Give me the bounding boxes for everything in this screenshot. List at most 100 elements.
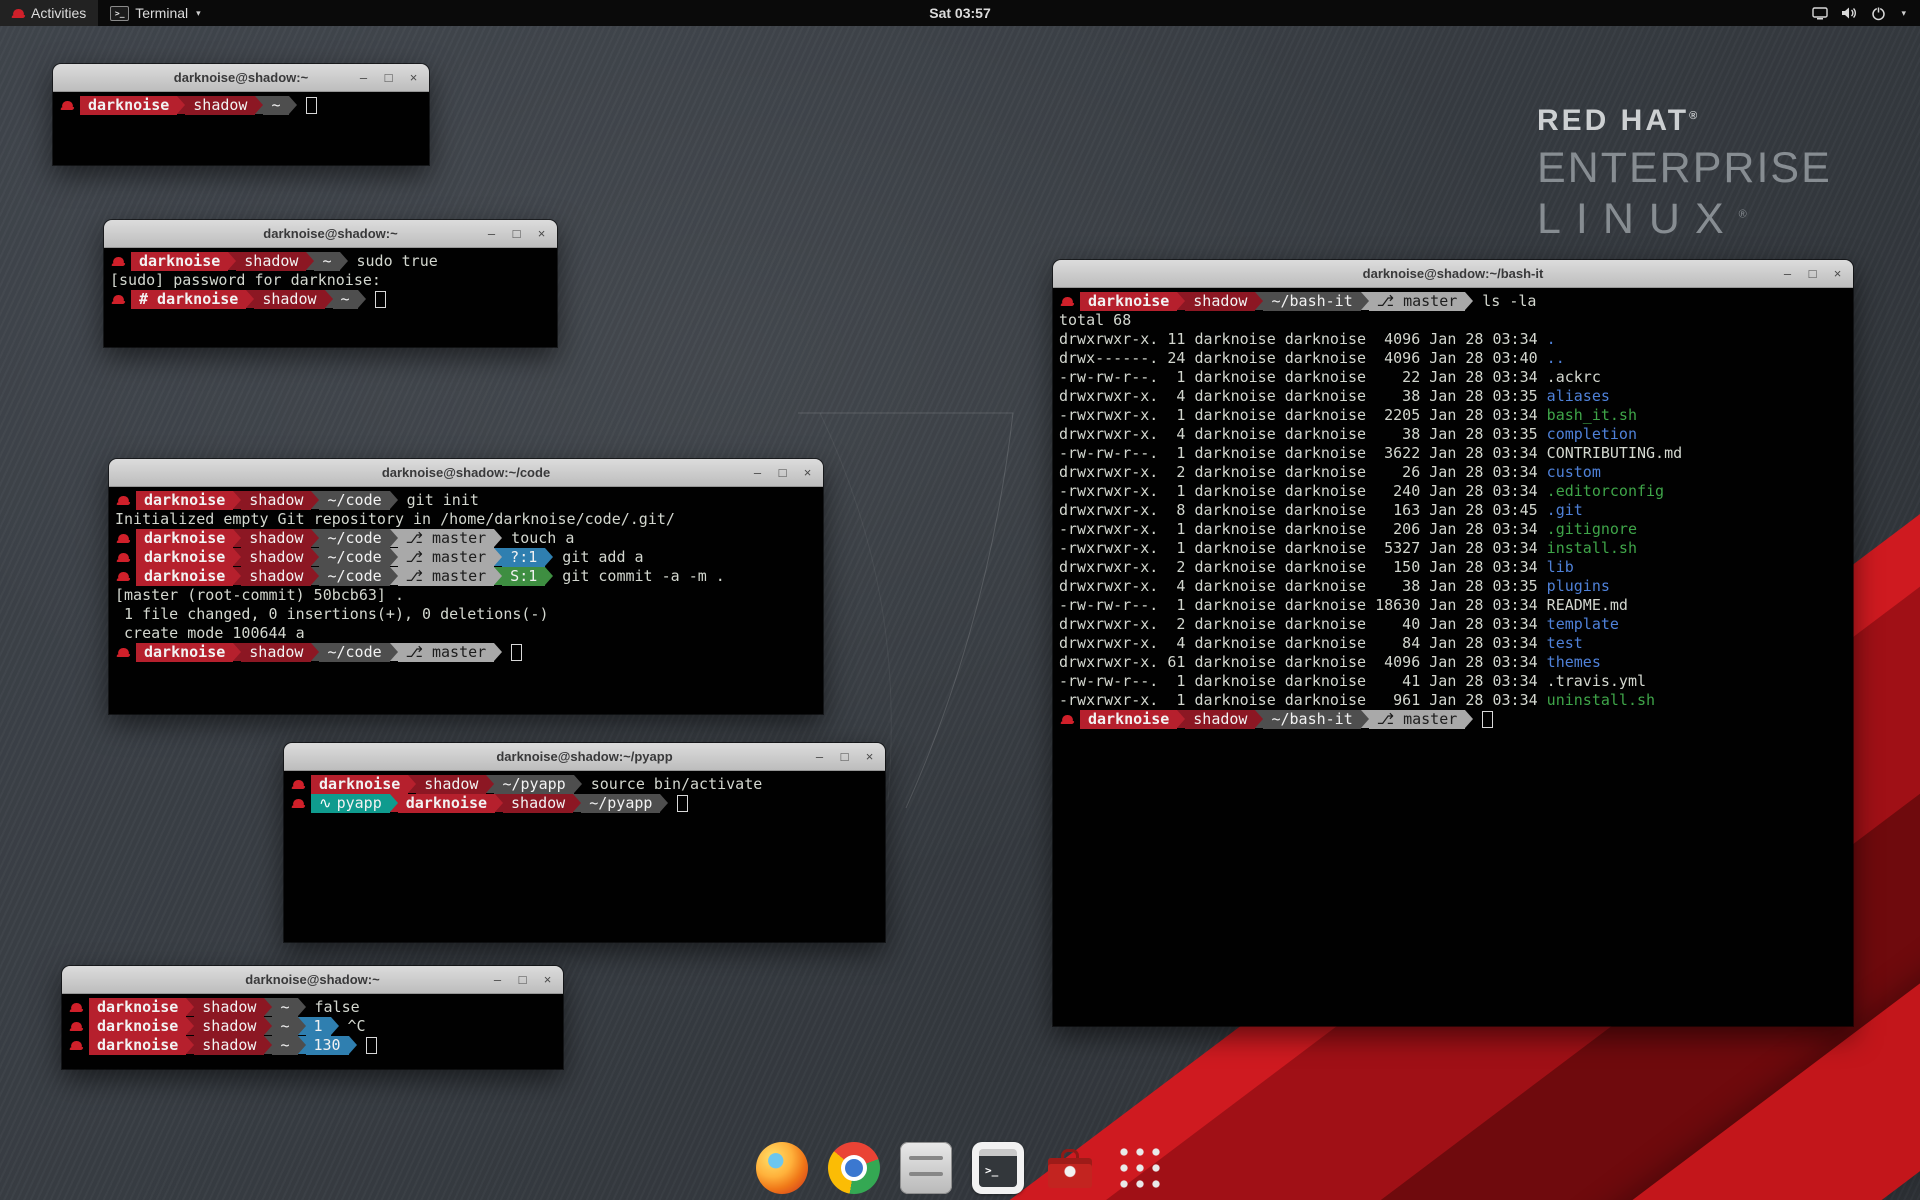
- prompt-segment-venv: ∿pyapp: [311, 794, 390, 813]
- terminal-body[interactable]: darknoiseshadow~falsedarknoiseshadow~1^C…: [62, 994, 563, 1069]
- file-name: README.md: [1547, 596, 1628, 614]
- terminal-line: drwxrwxr-x. 11 darknoise darknoise 4096 …: [1059, 330, 1853, 349]
- python-icon: ∿: [319, 794, 332, 812]
- powerline-arrow-icon: [1465, 292, 1473, 310]
- window-controls: –□ ×: [356, 64, 421, 91]
- file-name: template: [1547, 615, 1619, 633]
- maximize-button[interactable]: □: [775, 459, 790, 486]
- terminal-line: drwxrwxr-x. 4 darknoise darknoise 38 Jan…: [1059, 425, 1853, 444]
- activities-button[interactable]: Activities: [0, 0, 98, 26]
- minimize-button[interactable]: –: [750, 459, 765, 486]
- window-titlebar[interactable]: darknoise@shadow:~ –□ ×: [62, 966, 563, 994]
- maximize-button[interactable]: □: [1805, 260, 1820, 287]
- prompt-segment-user: # darknoise: [131, 290, 246, 309]
- prompt-segment-path: ~/bash-it: [1263, 292, 1360, 311]
- maximize-button[interactable]: □: [509, 220, 524, 247]
- terminal-window: darknoise@shadow:~/code–□×darknoiseshado…: [109, 459, 823, 714]
- system-status-area[interactable]: ▾: [1804, 0, 1914, 26]
- file-row-text: -rwxrwxr-x. 1 darknoise darknoise 2205 J…: [1059, 406, 1547, 424]
- terminal-body[interactable]: darknoiseshadow~/pyappsource bin/activat…: [284, 771, 885, 942]
- power-icon: [1871, 6, 1886, 21]
- terminal-line: drwxrwxr-x. 2 darknoise darknoise 150 Ja…: [1059, 558, 1853, 577]
- file-row-text: -rw-rw-r--. 1 darknoise darknoise 3622 J…: [1059, 444, 1547, 462]
- file-name: custom: [1547, 463, 1601, 481]
- close-button[interactable]: ×: [800, 459, 815, 486]
- window-titlebar[interactable]: darknoise@shadow:~/bash-it–□×: [1053, 260, 1853, 288]
- terminal-line: drwxrwxr-x. 8 darknoise darknoise 163 Ja…: [1059, 501, 1853, 520]
- powerline-arrow-icon: [228, 252, 236, 270]
- prompt-segment-host: shadow: [416, 775, 486, 794]
- minimize-button[interactable]: –: [484, 220, 499, 247]
- close-button[interactable]: ×: [1830, 260, 1845, 287]
- file-row-text: drwxrwxr-x. 8 darknoise darknoise 163 Ja…: [1059, 501, 1547, 519]
- caret-down-icon: ▾: [1901, 8, 1906, 19]
- window-titlebar[interactable]: darknoise@shadow:~/pyapp –□ ×: [284, 743, 885, 771]
- terminal-line: -rw-rw-r--. 1 darknoise darknoise 3622 J…: [1059, 444, 1853, 463]
- command-text: git add a: [562, 548, 643, 566]
- command-text: touch a: [511, 529, 574, 547]
- file-name: themes: [1547, 653, 1601, 671]
- close-button[interactable]: ×: [540, 966, 555, 993]
- file-row-text: drwxrwxr-x. 2 darknoise darknoise 150 Ja…: [1059, 558, 1547, 576]
- prompt-segment-path: ~/code: [319, 567, 389, 586]
- window-titlebar[interactable]: darknoise@shadow:~/code–□×: [109, 459, 823, 487]
- maximize-button[interactable]: □: [837, 743, 852, 770]
- dock-grid-icon[interactable]: [1116, 1144, 1164, 1192]
- prompt-segment-host: shadow: [241, 643, 311, 662]
- powerline-arrow-icon: [349, 1036, 357, 1054]
- app-menu-terminal[interactable]: >_ Terminal ▾: [98, 0, 212, 26]
- dock-chrome-icon[interactable]: [828, 1142, 880, 1194]
- prompt-segment-git: ⎇ master: [398, 548, 495, 567]
- powerline-arrow-icon: [494, 567, 502, 585]
- prompt-redhat-icon: [1061, 713, 1074, 725]
- powerline-arrow-icon: [1255, 710, 1263, 728]
- terminal-body[interactable]: darknoiseshadow~/bash-it⎇ masterls -lato…: [1053, 288, 1853, 1026]
- dock-firefox-icon[interactable]: [756, 1142, 808, 1194]
- terminal-body[interactable]: darknoiseshadow~/codegit initInitialized…: [109, 487, 823, 714]
- window-title: darknoise@shadow:~/pyapp: [496, 749, 672, 764]
- terminal-line: darknoiseshadow~/pyappsource bin/activat…: [290, 775, 885, 794]
- window-titlebar[interactable]: darknoise@shadow:~–□×: [104, 220, 557, 248]
- window-titlebar[interactable]: darknoise@shadow:~–□×: [53, 64, 429, 92]
- prompt-segment-path: ~: [263, 96, 288, 115]
- close-button[interactable]: ×: [534, 220, 549, 247]
- dock-files-icon[interactable]: [900, 1142, 952, 1194]
- terminal-window: darknoise@shadow:~/bash-it–□×darknoisesh…: [1053, 260, 1853, 1026]
- file-name: bash_it.sh: [1547, 406, 1637, 424]
- clock[interactable]: Sat 03:57: [929, 5, 990, 21]
- file-row-text: -rwxrwxr-x. 1 darknoise darknoise 206 Ja…: [1059, 520, 1547, 538]
- file-name: .git: [1547, 501, 1583, 519]
- minimize-button[interactable]: –: [356, 64, 371, 91]
- powerline-arrow-icon: [390, 548, 398, 566]
- powerline-arrow-icon: [390, 643, 398, 661]
- maximize-button[interactable]: □: [515, 966, 530, 993]
- prompt-segment-host: shadow: [241, 529, 311, 548]
- dock-toolbox-icon[interactable]: [1044, 1142, 1096, 1194]
- minimize-button[interactable]: –: [490, 966, 505, 993]
- maximize-button[interactable]: □: [381, 64, 396, 91]
- window-title: darknoise@shadow:~: [245, 972, 379, 987]
- terminal-line: create mode 100644 a: [115, 624, 823, 643]
- powerline-arrow-icon: [311, 567, 319, 585]
- dock-terminal-icon[interactable]: [972, 1142, 1024, 1194]
- powerline-arrow-icon: [408, 775, 416, 793]
- close-button[interactable]: ×: [406, 64, 421, 91]
- powerline-arrow-icon: [574, 775, 582, 793]
- terminal-line: darknoiseshadow~: [59, 96, 429, 115]
- file-name: aliases: [1547, 387, 1610, 405]
- terminal-cursor: [306, 97, 317, 114]
- powerline-arrow-icon: [1465, 710, 1473, 728]
- terminal-cursor: [677, 795, 688, 812]
- terminal-body[interactable]: darknoiseshadow~: [53, 92, 429, 165]
- prompt-segment-user: darknoise: [136, 548, 233, 567]
- prompt-segment-path: ~: [272, 998, 297, 1017]
- redhat-icon: [12, 7, 25, 19]
- prompt-segment-host: shadow: [236, 252, 306, 271]
- minimize-button[interactable]: –: [812, 743, 827, 770]
- terminal-line: 1 file changed, 0 insertions(+), 0 delet…: [115, 605, 823, 624]
- prompt-segment-git: ⎇ master: [398, 643, 495, 662]
- close-button[interactable]: ×: [862, 743, 877, 770]
- file-row-text: drwxrwxr-x. 4 darknoise darknoise 38 Jan…: [1059, 577, 1547, 595]
- minimize-button[interactable]: –: [1780, 260, 1795, 287]
- terminal-body[interactable]: darknoiseshadow~sudo true[sudo] password…: [104, 248, 557, 347]
